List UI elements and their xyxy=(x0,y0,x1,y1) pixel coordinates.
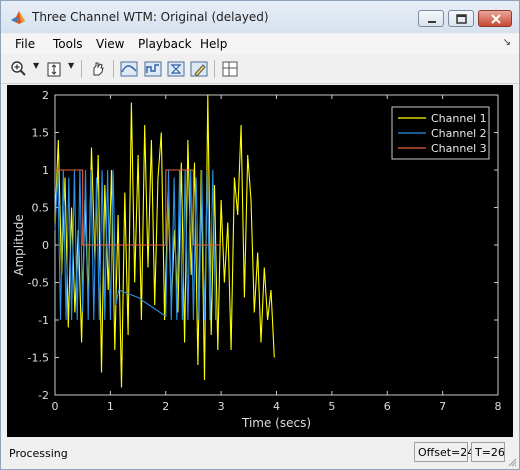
legend-entry: Channel 1 xyxy=(431,112,487,125)
dock-arrow-icon[interactable]: ↘ xyxy=(503,37,511,48)
close-icon xyxy=(491,14,501,24)
menu-bar: File Tools View Playback Help ↘ xyxy=(1,34,519,54)
autoscale-x-icon xyxy=(144,61,162,77)
x-tick-label: 2 xyxy=(162,400,169,413)
zoom-y-button[interactable] xyxy=(44,59,64,79)
window-title: Three Channel WTM: Original (delayed) xyxy=(32,10,269,24)
pan-icon xyxy=(93,62,104,76)
x-tick-label: 3 xyxy=(218,400,225,413)
autoscale-y-icon xyxy=(167,61,185,77)
zoom-y-dropdown-icon[interactable]: ▼ xyxy=(68,61,74,70)
minimize-icon xyxy=(428,21,436,23)
x-axis-label: Time (secs) xyxy=(241,416,311,430)
eraser-icon xyxy=(190,61,208,77)
zoom-y-icon xyxy=(47,62,61,77)
y-tick-label: 0.5 xyxy=(32,202,50,215)
eraser-button[interactable] xyxy=(189,59,209,79)
y-tick-label: -1.5 xyxy=(28,352,49,365)
menu-playback[interactable]: Playback xyxy=(138,37,192,51)
zoom-in-button[interactable] xyxy=(9,59,29,79)
status-text: Processing xyxy=(9,447,68,460)
x-tick-label: 4 xyxy=(273,400,280,413)
layout-button[interactable] xyxy=(220,59,240,79)
toolbar-separator xyxy=(214,60,215,78)
y-tick-label: 1.5 xyxy=(32,127,50,140)
y-tick-label: -2 xyxy=(38,389,49,402)
y-axis-label: Amplitude xyxy=(12,214,26,276)
zoom-dropdown-icon[interactable]: ▼ xyxy=(33,61,39,70)
autoscale-button[interactable] xyxy=(119,59,139,79)
pan-button[interactable] xyxy=(88,59,108,79)
x-tick-label: 5 xyxy=(328,400,335,413)
layout-icon xyxy=(222,61,238,77)
time-readout: T=26 xyxy=(471,442,505,462)
offset-readout: Offset=24 xyxy=(414,442,474,462)
matlab-icon xyxy=(11,11,25,24)
figure-window: Three Channel WTM: Original (delayed) Fi… xyxy=(0,0,520,470)
toolbar-separator xyxy=(81,60,82,78)
x-tick-label: 0 xyxy=(52,400,59,413)
autoscale-x-button[interactable] xyxy=(143,59,163,79)
legend-entry: Channel 2 xyxy=(431,127,487,140)
y-tick-label: -1 xyxy=(38,314,49,327)
autoscale-icon xyxy=(120,61,138,77)
restore-icon xyxy=(456,14,467,24)
y-tick-label: 2 xyxy=(42,89,49,102)
status-bar: Processing Offset=24 T=26 xyxy=(1,439,519,469)
x-tick-label: 6 xyxy=(384,400,391,413)
legend-entry: Channel 3 xyxy=(431,142,487,155)
y-tick-label: 1 xyxy=(42,164,49,177)
zoom-in-icon xyxy=(11,61,26,76)
amplitude-chart[interactable]: 0 1 2 3 4 5 6 7 8 -2 -1.5 -1 -0.5 0 0.5 1 1.5 2 Time (secs… xyxy=(7,85,513,437)
plot-area[interactable]: 0 1 2 3 4 5 6 7 8 -2 -1.5 -1 -0.5 0 0.5 1 1.5 2 Time (secs… xyxy=(7,85,513,437)
x-tick-label: 7 xyxy=(439,400,446,413)
menu-tools[interactable]: Tools xyxy=(53,37,83,51)
restore-button[interactable] xyxy=(448,10,474,27)
menu-help[interactable]: Help xyxy=(200,37,227,51)
autoscale-y-button[interactable] xyxy=(166,59,186,79)
toolbar-separator xyxy=(113,60,114,78)
menu-view[interactable]: View xyxy=(96,37,124,51)
x-tick-label: 8 xyxy=(495,400,502,413)
x-tick-label: 1 xyxy=(107,400,114,413)
resize-grip-icon[interactable] xyxy=(507,457,517,467)
menu-file[interactable]: File xyxy=(15,37,35,51)
title-bar[interactable]: Three Channel WTM: Original (delayed) xyxy=(1,1,519,33)
toolbar: ▼ ▼ xyxy=(1,55,519,84)
close-button[interactable] xyxy=(478,10,512,27)
minimize-button[interactable] xyxy=(418,10,444,27)
y-tick-label: -0.5 xyxy=(28,277,49,290)
y-tick-label: 0 xyxy=(42,239,49,252)
